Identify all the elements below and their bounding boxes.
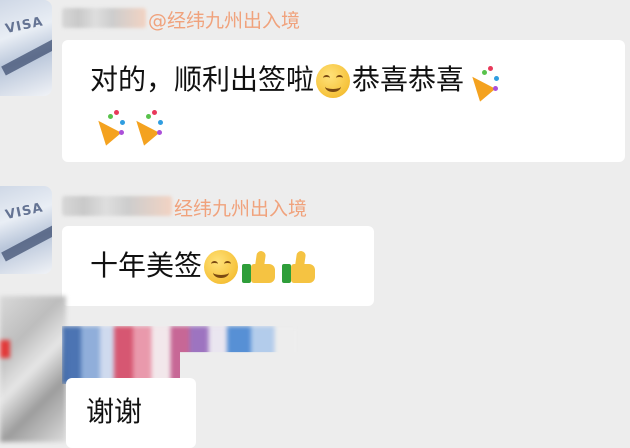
message-bubble[interactable]: 十年美签 bbox=[62, 226, 374, 306]
sender-name[interactable]: 经纬九州出入境 bbox=[174, 194, 307, 221]
avatar-stripe bbox=[1, 38, 52, 76]
party-popper-emoji-icon bbox=[90, 108, 126, 146]
message-text: 十年美签 bbox=[90, 249, 203, 282]
avatar[interactable]: VISA bbox=[0, 0, 52, 96]
avatar-visa-text: VISA bbox=[4, 200, 45, 224]
party-popper-emoji-icon bbox=[128, 108, 164, 146]
avatar-stripe bbox=[1, 224, 52, 262]
blurred-sender-name bbox=[62, 196, 172, 216]
smile-emoji-icon bbox=[204, 250, 239, 284]
message-bubble[interactable]: 谢谢 bbox=[66, 378, 196, 448]
sender-name[interactable]: @经纬九州出入境 bbox=[148, 6, 300, 33]
message-line-1: 对的，顺利出签啦 恭喜恭喜 bbox=[90, 60, 502, 102]
blurred-sender-name bbox=[62, 8, 146, 28]
message-line-1: 十年美签 bbox=[90, 246, 320, 286]
message-bubble[interactable]: 对的，顺利出签啦 恭喜恭喜 bbox=[62, 40, 625, 162]
avatar[interactable]: VISA bbox=[0, 186, 52, 274]
blurred-avatar[interactable] bbox=[0, 296, 66, 442]
thumbs-up-emoji-icon bbox=[282, 250, 318, 284]
message-text: 恭喜恭喜 bbox=[352, 63, 465, 96]
party-popper-emoji-icon bbox=[464, 64, 500, 102]
blurred-sender-name bbox=[62, 326, 298, 384]
message-text: 谢谢 bbox=[86, 395, 143, 428]
message-text: 对的，顺利出签啦 bbox=[90, 63, 315, 96]
message-line-2 bbox=[90, 104, 166, 146]
avatar-visa-text: VISA bbox=[4, 14, 45, 38]
thumbs-up-emoji-icon bbox=[242, 250, 278, 284]
smile-emoji-icon bbox=[316, 64, 351, 98]
